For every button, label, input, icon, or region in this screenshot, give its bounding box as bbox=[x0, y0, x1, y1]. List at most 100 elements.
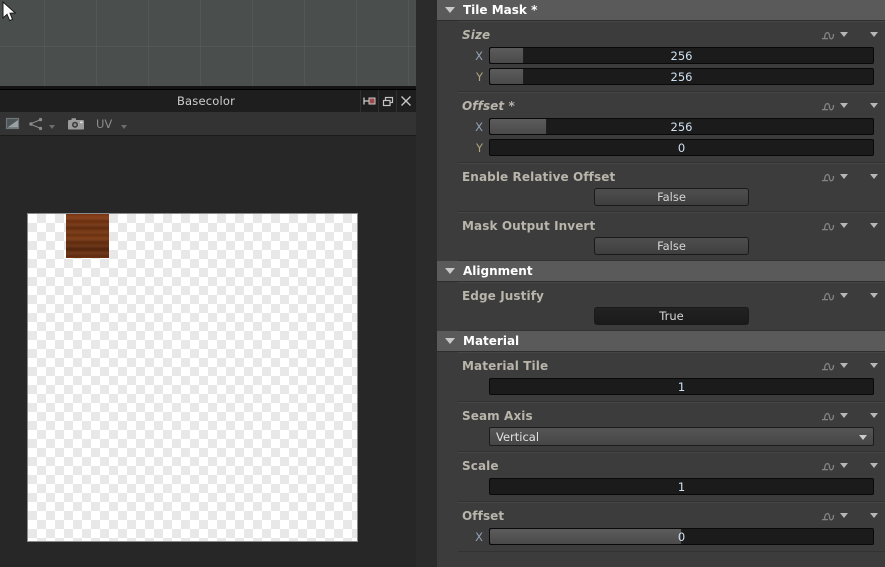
chevron-down-icon[interactable] bbox=[870, 363, 878, 368]
property-row-material-tile: Material Tile 1 bbox=[458, 352, 885, 402]
chevron-down-icon[interactable] bbox=[840, 103, 848, 108]
property-header: Mask Output Invert bbox=[458, 216, 885, 235]
chevron-down-icon[interactable] bbox=[870, 174, 878, 179]
screenshot-button[interactable] bbox=[64, 113, 88, 135]
transparency-checkerboard-canvas[interactable] bbox=[27, 213, 358, 542]
function-curve-icon[interactable] bbox=[820, 288, 838, 304]
slider-scale[interactable]: 1 bbox=[489, 478, 874, 495]
axis-row-x: X0 bbox=[458, 527, 885, 546]
property-row-offset: Offset * X 256 Y 0 bbox=[458, 92, 885, 163]
toggle-button-mask-output-invert[interactable]: False bbox=[594, 237, 749, 255]
property-row-size: Size X 256 Y 256 bbox=[458, 21, 885, 92]
function-curve-icon[interactable] bbox=[820, 508, 838, 524]
slider-material-tile[interactable]: 1 bbox=[489, 378, 874, 395]
collapse-triangle-icon[interactable] bbox=[445, 7, 455, 13]
close-button[interactable] bbox=[396, 90, 414, 112]
chevron-down-icon[interactable] bbox=[870, 293, 878, 298]
boolean-row: False bbox=[458, 237, 885, 255]
slider-value: 1 bbox=[677, 379, 686, 394]
properties-panel: Tile Mask * Size X 256 Y 256 Offset * X 256 Y 0 Ena… bbox=[437, 0, 885, 567]
chevron-down-icon[interactable] bbox=[840, 463, 848, 468]
chevron-down-icon[interactable] bbox=[870, 463, 878, 468]
property-row-material-offset: Offset X 0 bbox=[458, 502, 885, 552]
slider-value: 0 bbox=[677, 140, 686, 155]
node-graph-icon bbox=[29, 117, 43, 130]
property-label: Size bbox=[462, 27, 491, 42]
axis-label-x: X bbox=[475, 119, 483, 134]
property-header: Material Tile bbox=[458, 356, 885, 375]
function-curve-icon[interactable] bbox=[820, 218, 838, 234]
property-label: Seam Axis bbox=[462, 408, 533, 423]
slider-offset-x[interactable]: 256 bbox=[489, 118, 874, 135]
function-curve-icon[interactable] bbox=[820, 358, 838, 374]
slider-value: 256 bbox=[670, 69, 693, 84]
collapse-triangle-icon[interactable] bbox=[445, 338, 455, 344]
dropdown-seam-axis[interactable]: Vertical bbox=[489, 427, 874, 446]
property-header: Edge Justify bbox=[458, 286, 885, 305]
slider-offset-y[interactable]: 0 bbox=[489, 139, 874, 156]
close-icon bbox=[400, 96, 411, 106]
toggle-button-edge-justify[interactable]: True bbox=[594, 307, 749, 325]
function-curve-icon[interactable] bbox=[820, 98, 838, 114]
boolean-row: True bbox=[458, 307, 885, 325]
left-pane: Basecolor UV bbox=[0, 0, 416, 567]
uv-mode-dropdown-caret[interactable] bbox=[121, 125, 128, 129]
section-header-tile-mask[interactable]: Tile Mask * bbox=[437, 0, 885, 21]
property-label: Offset bbox=[462, 508, 505, 523]
property-header: Scale bbox=[458, 456, 885, 475]
axis-row-x: X 256 bbox=[458, 46, 885, 65]
section-header-alignment[interactable]: Alignment bbox=[437, 261, 885, 282]
property-header: Size bbox=[458, 25, 885, 44]
dropdown-selected-value: Vertical bbox=[496, 429, 540, 444]
chevron-down-icon[interactable] bbox=[870, 223, 878, 228]
slider-size-y[interactable]: 256 bbox=[489, 68, 874, 85]
chevron-down-icon[interactable] bbox=[840, 174, 848, 179]
section-title: Alignment bbox=[463, 264, 533, 278]
slider-value: 0 bbox=[677, 529, 686, 544]
chevron-down-icon[interactable] bbox=[859, 435, 867, 440]
toggle-button-enable-relative-offset[interactable]: False bbox=[594, 188, 749, 206]
axis-label-x: X bbox=[475, 529, 483, 544]
3d-viewport[interactable] bbox=[0, 0, 416, 89]
dropdown-row: Vertical bbox=[458, 425, 885, 446]
section-title: Tile Mask * bbox=[463, 3, 538, 17]
chevron-down-icon[interactable] bbox=[870, 413, 878, 418]
function-curve-icon[interactable] bbox=[820, 169, 838, 185]
maximize-restore-button[interactable] bbox=[378, 90, 396, 112]
property-label: Mask Output Invert bbox=[462, 218, 596, 233]
chevron-down-icon[interactable] bbox=[840, 363, 848, 368]
section-header-material[interactable]: Material bbox=[437, 331, 885, 352]
chevron-down-icon[interactable] bbox=[870, 513, 878, 518]
property-row-mask-output-invert: Mask Output Invert False bbox=[458, 212, 885, 261]
property-header: Offset * bbox=[458, 96, 885, 115]
slider-size-x[interactable]: 256 bbox=[489, 47, 874, 64]
channel-split-button[interactable] bbox=[25, 113, 47, 135]
channel-split-dropdown-caret[interactable] bbox=[49, 125, 55, 129]
chevron-down-icon[interactable] bbox=[840, 32, 848, 37]
property-label: Material Tile bbox=[462, 358, 549, 373]
property-label: Offset * bbox=[462, 98, 515, 113]
slider-value: 1 bbox=[677, 479, 686, 494]
dock-pin-button[interactable] bbox=[360, 90, 378, 112]
view-settings-button[interactable] bbox=[1, 113, 23, 135]
chevron-down-icon[interactable] bbox=[840, 223, 848, 228]
collapse-triangle-icon[interactable] bbox=[445, 268, 455, 274]
slider-material-offset-x[interactable]: 0 bbox=[489, 528, 874, 545]
chevron-down-icon[interactable] bbox=[840, 293, 848, 298]
texture-canvas-area[interactable] bbox=[0, 136, 416, 567]
basecolor-titlebar[interactable]: Basecolor bbox=[0, 89, 416, 112]
chevron-down-icon[interactable] bbox=[870, 103, 878, 108]
restore-window-icon bbox=[382, 96, 393, 106]
function-curve-icon[interactable] bbox=[820, 27, 838, 43]
basecolor-toolbar: UV bbox=[0, 112, 416, 136]
function-curve-icon[interactable] bbox=[820, 408, 838, 424]
uv-mode-label[interactable]: UV bbox=[96, 117, 112, 131]
chevron-down-icon[interactable] bbox=[870, 32, 878, 37]
chevron-down-icon[interactable] bbox=[840, 513, 848, 518]
chevron-down-icon[interactable] bbox=[840, 413, 848, 418]
axis-label-x: X bbox=[475, 48, 483, 63]
scalar-row: 1 bbox=[458, 477, 885, 496]
function-curve-icon[interactable] bbox=[820, 458, 838, 474]
properties-sections: Tile Mask * Size X 256 Y 256 Offset * X 256 Y 0 Ena… bbox=[437, 0, 885, 552]
application-window: Basecolor UV Tile Mask * Size X 256 Y 25… bbox=[0, 0, 885, 567]
